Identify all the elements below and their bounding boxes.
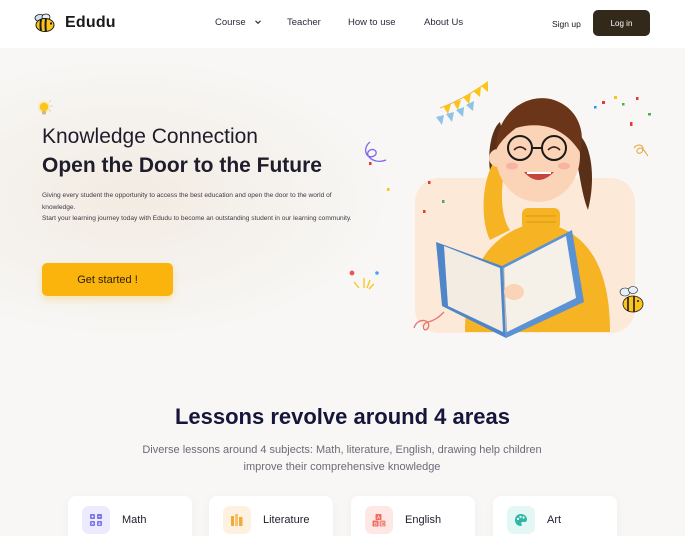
nav-item-label: How to use	[348, 17, 396, 28]
swirl-icon	[633, 144, 649, 157]
hero-description: Giving every student the opportunity to …	[42, 190, 352, 225]
lessons-title: Lessons revolve around 4 areas	[174, 404, 511, 429]
sign-up-link[interactable]: Sign up	[552, 19, 581, 29]
subject-card-english[interactable]: A B C English	[351, 496, 475, 536]
nav-item-course[interactable]: Course	[215, 17, 262, 28]
hero-title-line1: Knowledge Connection	[42, 125, 258, 148]
nav-item-label: About Us	[424, 17, 464, 28]
brand-name: Edudu	[65, 14, 116, 31]
lessons-subtitle: Diverse lessons around 4 subjects: Math,…	[142, 444, 542, 473]
svg-text:B: B	[374, 521, 377, 527]
nav-item-how-to-use[interactable]: How to use	[348, 17, 396, 28]
hero-title-line2: Open the Door to the Future	[42, 154, 322, 177]
palette-icon	[507, 506, 535, 534]
subject-card-label: Math	[122, 514, 147, 526]
bee-icon	[34, 13, 55, 32]
log-in-button[interactable]: Log in	[593, 10, 650, 36]
nav-item-teacher[interactable]: Teacher	[287, 17, 321, 28]
hero-illustration	[349, 81, 651, 338]
chevron-down-icon	[255, 20, 262, 25]
subject-card-math[interactable]: Math	[68, 496, 192, 536]
subject-card-art[interactable]: Art	[493, 496, 617, 536]
abc-blocks-icon: A B C	[365, 506, 393, 534]
sparkle-icon	[349, 270, 379, 290]
swirl-icon	[364, 141, 387, 162]
brand-logo[interactable]: Edudu	[33, 13, 116, 33]
hero-description-line: Start your learning journey today with E…	[42, 215, 352, 222]
subject-card-label: Art	[547, 514, 562, 526]
svg-text:C: C	[381, 521, 384, 527]
nav-item-label: Course	[215, 17, 246, 28]
nav-item-about-us[interactable]: About Us	[424, 17, 463, 28]
light-bulb-icon	[38, 100, 53, 115]
bunting-icon	[436, 81, 489, 125]
top-navbar: Edudu Course Teacher How to use About Us…	[0, 0, 685, 48]
subject-card-literature[interactable]: Literature	[209, 496, 333, 536]
calculator-icon	[82, 506, 110, 534]
get-started-button[interactable]: Get started !	[42, 263, 173, 296]
subject-card-label: Literature	[263, 514, 310, 526]
hero-description-line: Giving every student the opportunity to …	[42, 192, 332, 211]
nav-item-label: Teacher	[287, 17, 321, 28]
books-icon	[223, 506, 251, 534]
subject-card-label: English	[405, 514, 442, 526]
